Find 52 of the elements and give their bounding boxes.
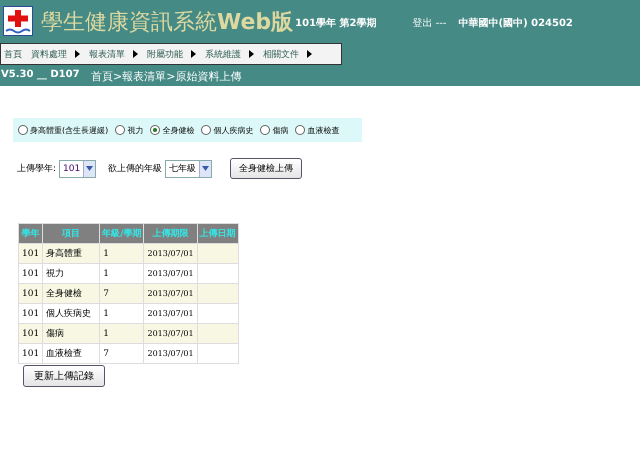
menu-item[interactable]: 資料處理 xyxy=(31,48,80,60)
upload-type-radio[interactable]: 視力 xyxy=(115,124,144,136)
table-cell: 101 xyxy=(18,284,43,304)
grade-label: 欲上傳的年級 xyxy=(108,162,162,175)
column-header: 學年 xyxy=(18,224,43,244)
dropdown-arrow-icon xyxy=(202,166,210,171)
menu-item[interactable]: 首頁 xyxy=(4,48,22,60)
menu-item[interactable]: 系統維護 xyxy=(205,48,254,60)
column-header: 年級/學期 xyxy=(100,224,144,244)
upload-type-radio[interactable]: 全身健檢 xyxy=(150,124,194,136)
table-cell: 2013/07/01 xyxy=(144,324,198,344)
table-cell: 101 xyxy=(18,324,43,344)
table-cell: 101 xyxy=(18,244,43,264)
table-cell: 1 xyxy=(100,324,144,344)
table-cell: 2013/07/01 xyxy=(144,244,198,264)
table-cell: 101 xyxy=(18,344,43,364)
breadcrumb: 首頁>報表清單>原始資料上傳 xyxy=(91,69,242,84)
table-cell: 傷病 xyxy=(42,324,100,344)
table-cell xyxy=(197,344,238,364)
grade-select[interactable]: 七年級 xyxy=(165,160,212,178)
column-header: 項目 xyxy=(42,224,100,244)
column-header: 上傳期限 xyxy=(144,224,198,244)
year-label: 上傳學年: xyxy=(17,162,56,175)
table-cell: 7 xyxy=(100,344,144,364)
table-cell xyxy=(197,244,238,264)
app-title: 學生健康資訊系統Web版 xyxy=(41,9,294,37)
table-cell: 全身健檢 xyxy=(42,284,100,304)
cross-logo-icon xyxy=(3,6,33,36)
refresh-button[interactable]: 更新上傳記錄 xyxy=(23,365,105,387)
table-cell: 血液檢查 xyxy=(42,344,100,364)
school-label: 中華國中(國中) 024502 xyxy=(458,16,573,30)
table-cell: 身高體重 xyxy=(42,244,100,264)
table-cell: 2013/07/01 xyxy=(144,284,198,304)
logout-link[interactable]: 登出 --- xyxy=(412,16,446,30)
upload-type-radio[interactable]: 血液檢查 xyxy=(295,124,340,136)
table-cell xyxy=(197,284,238,304)
upload-type-radio[interactable]: 身高體重(含生長遲緩) xyxy=(18,124,108,136)
term-label: 101學年 第2學期 xyxy=(295,16,376,30)
dropdown-arrow-icon xyxy=(86,166,94,171)
table-cell: 7 xyxy=(100,284,144,304)
table-cell xyxy=(197,324,238,344)
year-select[interactable]: 101 xyxy=(59,160,96,178)
column-header: 上傳日期 xyxy=(197,224,238,244)
upload-type-radio[interactable]: 個人疾病史 xyxy=(201,124,254,136)
upload-button[interactable]: 全身健檢上傳 xyxy=(230,158,302,179)
menu-item[interactable]: 相關文件 xyxy=(263,48,312,60)
menu-item[interactable]: 附屬功能 xyxy=(147,48,196,60)
menu-item[interactable]: 報表清單 xyxy=(89,48,138,60)
table-cell: 1 xyxy=(100,244,144,264)
version-label: V5.30 __ D107 xyxy=(1,69,81,82)
upload-type-radio[interactable]: 傷病 xyxy=(260,124,288,136)
table-cell: 2013/07/01 xyxy=(144,344,198,364)
